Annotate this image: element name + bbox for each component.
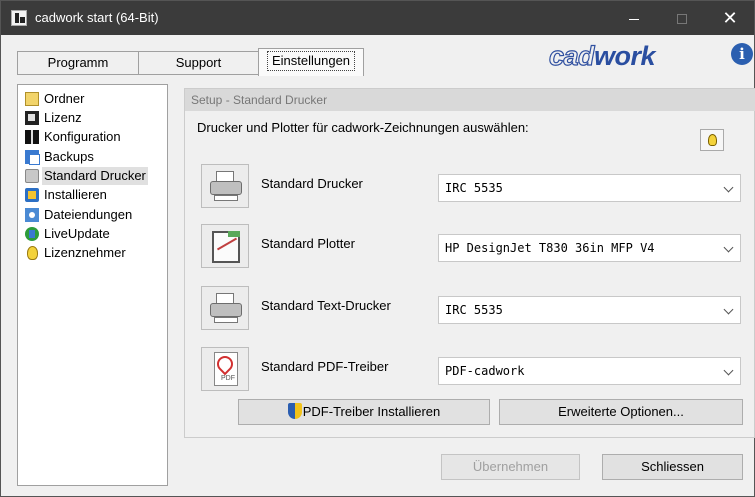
liveupdate-icon (25, 227, 39, 241)
sidebar-item-label: Ordner (44, 91, 85, 106)
close-window-button[interactable]: ✕ (707, 1, 753, 35)
window-title: cadwork start (64-Bit) (35, 10, 159, 25)
standard-pdf-driver-label: Standard PDF-Treiber (261, 359, 389, 374)
sidebar-item-label: Dateiendungen (44, 207, 133, 222)
minimize-button[interactable] (611, 1, 657, 35)
sidebar-item-label: Standard Drucker (42, 167, 148, 185)
chevron-down-icon (723, 242, 734, 253)
settings-tree: Ordner Lizenz Konfiguration Backups Stan… (17, 84, 168, 486)
select-value: IRC 5535 (445, 303, 503, 317)
standard-text-printer-row: Standard Text-Drucker IRC 5535 (201, 286, 741, 334)
tab-bar: Programm Support Einstellungen cadwork i (1, 35, 754, 81)
tab-einstellungen[interactable]: Einstellungen (258, 48, 364, 76)
chevron-down-icon (723, 304, 734, 315)
tab-einstellungen-label: Einstellungen (266, 51, 356, 71)
title-bar[interactable]: cadwork start (64-Bit) ✕ (1, 1, 754, 35)
select-value: PDF-cadwork (445, 364, 525, 378)
apply-button[interactable]: Übernehmen (441, 454, 580, 480)
printer-button[interactable] (201, 164, 249, 208)
standard-plotter-row: Standard Plotter HP DesignJet T830 36in … (201, 224, 741, 272)
lightbulb-icon (707, 134, 717, 146)
sidebar-item-label: Konfiguration (44, 129, 121, 144)
configuration-icon (25, 130, 39, 144)
printer-settings-panel: Setup - Standard Drucker Drucker und Plo… (184, 88, 755, 438)
standard-text-printer-label: Standard Text-Drucker (261, 298, 391, 313)
hint-button[interactable] (700, 129, 724, 151)
panel-description: Drucker und Plotter für cadwork-Zeichnun… (197, 120, 529, 135)
panel-header: Setup - Standard Drucker (185, 89, 755, 111)
standard-plotter-label: Standard Plotter (261, 236, 355, 251)
tab-support[interactable]: Support (138, 51, 259, 75)
chevron-down-icon (723, 365, 734, 376)
sidebar-item-label: Installieren (44, 187, 107, 202)
cadwork-logo: cadwork (548, 40, 656, 71)
select-value: IRC 5535 (445, 181, 503, 195)
lightbulb-icon (27, 246, 38, 260)
license-icon (25, 111, 39, 125)
standard-pdf-driver-select[interactable]: PDF-cadwork (438, 357, 741, 385)
extended-options-button[interactable]: Erweiterte Optionen... (499, 399, 743, 425)
close-icon: ✕ (722, 8, 738, 28)
select-value: HP DesignJet T830 36in MFP V4 (445, 241, 655, 255)
file-extension-icon (25, 208, 39, 222)
info-icon[interactable]: i (731, 43, 753, 65)
chevron-down-icon (723, 182, 734, 193)
install-pdf-driver-button[interactable]: PDF-Treiber Installieren (238, 399, 490, 425)
minimize-icon (629, 18, 639, 20)
folder-icon (25, 92, 39, 106)
uac-shield-icon (287, 403, 302, 419)
standard-printer-row: Standard Drucker IRC 5535 (201, 164, 741, 212)
backup-icon (25, 150, 40, 165)
plotter-button[interactable] (201, 224, 249, 268)
pdf-driver-button[interactable]: PDF (201, 347, 249, 391)
sidebar-item-label: Lizenz (44, 110, 82, 125)
standard-pdf-driver-row: PDF Standard PDF-Treiber PDF-cadwork (201, 347, 741, 395)
sidebar-item-label: LiveUpdate (44, 226, 110, 241)
install-pdf-driver-label: PDF-Treiber Installieren (302, 404, 441, 419)
application-window: cadwork start (64-Bit) ✕ Programm Suppor… (0, 0, 755, 497)
close-button[interactable]: Schliessen (602, 454, 743, 480)
tab-programm[interactable]: Programm (17, 51, 139, 75)
maximize-icon (677, 14, 687, 25)
standard-printer-label: Standard Drucker (261, 176, 363, 191)
printer-icon (25, 169, 39, 183)
maximize-button[interactable] (659, 1, 705, 35)
sidebar-item-label: Backups (44, 149, 94, 164)
text-printer-button[interactable] (201, 286, 249, 330)
sidebar-item-label: Lizenznehmer (44, 245, 126, 260)
cadwork-app-icon (11, 10, 27, 26)
standard-printer-select[interactable]: IRC 5535 (438, 174, 741, 202)
install-icon (25, 188, 39, 202)
standard-text-printer-select[interactable]: IRC 5535 (438, 296, 741, 324)
standard-plotter-select[interactable]: HP DesignJet T830 36in MFP V4 (438, 234, 741, 262)
